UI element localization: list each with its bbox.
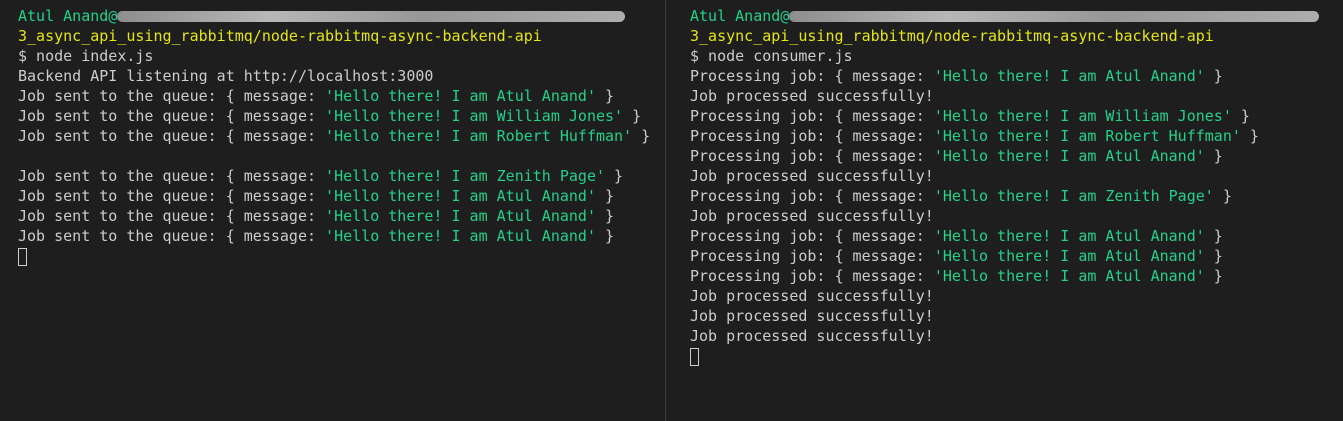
job-processed-line: Job processed successfully! <box>690 287 934 305</box>
redacted-host-path <box>117 11 626 22</box>
listening-message: Backend API listening at http://localhos… <box>18 67 434 85</box>
job-sent-line: Job sent to the queue: { message: 'Hello… <box>18 187 615 205</box>
processing-job-line: Processing job: { message: 'Hello there!… <box>690 267 1223 285</box>
job-sent-line: Job sent to the queue: { message: 'Hello… <box>18 207 615 225</box>
cursor-line <box>690 346 1343 366</box>
job-sent-line: Job sent to the queue: { message: 'Hello… <box>18 127 651 145</box>
job-processed-line: Job processed successfully! <box>690 307 934 325</box>
terminal-output: Atul Anand@ 3_async_api_using_rabbitmq/n… <box>690 6 1343 366</box>
processing-job-line: Processing job: { message: 'Hello there!… <box>690 107 1250 125</box>
job-processed-line: Job processed successfully! <box>690 207 934 225</box>
processing-job-line: Processing job: { message: 'Hello there!… <box>690 247 1223 265</box>
processing-job-line: Processing job: { message: 'Hello there!… <box>690 187 1232 205</box>
job-processed-line: Job processed successfully! <box>690 167 934 185</box>
terminal-cursor[interactable] <box>18 248 27 266</box>
job-sent-line: Job sent to the queue: { message: 'Hello… <box>18 87 615 105</box>
prompt-path: 3_async_api_using_rabbitmq/node-rabbitmq… <box>690 27 1214 45</box>
prompt-user: Atul Anand@ <box>690 7 790 25</box>
prompt-line: Atul Anand@ <box>18 6 665 26</box>
command-line: $ node consumer.js <box>690 47 853 65</box>
prompt-line: Atul Anand@ <box>690 6 1343 26</box>
prompt-path: 3_async_api_using_rabbitmq/node-rabbitmq… <box>18 27 542 45</box>
job-processed-line: Job processed successfully! <box>690 327 934 345</box>
processing-job-line: Processing job: { message: 'Hello there!… <box>690 147 1223 165</box>
command-line: $ node index.js <box>18 47 154 65</box>
job-sent-line: Job sent to the queue: { message: 'Hello… <box>18 227 615 245</box>
prompt-user: Atul Anand@ <box>18 7 118 25</box>
terminal-pane-consumer[interactable]: Atul Anand@ 3_async_api_using_rabbitmq/n… <box>666 0 1343 421</box>
processing-job-line: Processing job: { message: 'Hello there!… <box>690 67 1223 85</box>
job-sent-line: Job sent to the queue: { message: 'Hello… <box>18 107 642 125</box>
terminal-cursor[interactable] <box>690 348 699 366</box>
processing-job-line: Processing job: { message: 'Hello there!… <box>690 127 1259 145</box>
processing-job-line: Processing job: { message: 'Hello there!… <box>690 227 1223 245</box>
terminal-pane-producer[interactable]: Atul Anand@ 3_async_api_using_rabbitmq/n… <box>0 0 665 421</box>
redacted-host-path <box>789 11 1320 22</box>
job-sent-line: Job sent to the queue: { message: 'Hello… <box>18 167 624 185</box>
job-processed-line: Job processed successfully! <box>690 87 934 105</box>
terminal-output: Atul Anand@ 3_async_api_using_rabbitmq/n… <box>18 6 665 266</box>
cursor-line <box>18 246 665 266</box>
